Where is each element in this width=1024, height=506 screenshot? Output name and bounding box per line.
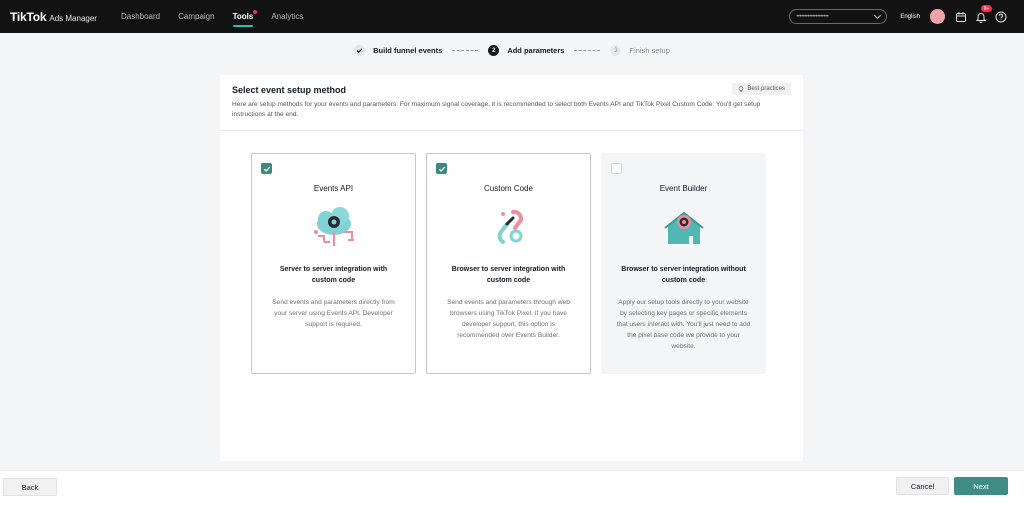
nav-tools-dot-badge: [253, 10, 258, 14]
card-description: Apply our setup tools directly to your w…: [616, 299, 751, 350]
setup-stepper: Build funnel events 2 Add parameters 3 F…: [0, 45, 1024, 56]
custom-code-checkbox[interactable]: [436, 163, 447, 174]
lightbulb-icon: [738, 86, 744, 92]
logo-sub-text: Ads Manager: [49, 13, 97, 23]
house-gear-icon: [663, 211, 704, 244]
card-custom-code[interactable]: Custom Code Browser to server integratio…: [426, 153, 591, 374]
checkmark-icon: [354, 45, 366, 56]
chevron-down-icon: [874, 11, 882, 19]
card-subtitle: Browser to server integration without cu…: [621, 266, 746, 284]
card-subtitle: Browser to server integration with custo…: [451, 266, 566, 284]
cancel-button[interactable]: Cancel: [896, 477, 949, 495]
card-subtitle: Server to server integration with custom…: [279, 266, 388, 284]
link-chain-icon: [497, 209, 523, 244]
nav-tools-label: Tools: [232, 12, 254, 21]
step-finish-setup: 3 Finish setup: [610, 45, 670, 56]
top-nav-bar: TikTok Ads Manager Dashboard Campaign To…: [0, 0, 1024, 33]
setup-method-cards: Events API Server to server integration …: [251, 153, 776, 374]
step-build-funnel-events[interactable]: Build funnel events: [354, 45, 442, 56]
account-name-redacted: ••••••••••••••••••••: [796, 13, 829, 20]
logo-main-text: TikTok: [10, 9, 47, 24]
step-divider: [452, 50, 479, 51]
page-title: Select event setup method: [232, 85, 347, 95]
step-label: Add parameters: [507, 46, 565, 55]
events-api-checkbox[interactable]: [261, 163, 272, 174]
card-event-builder[interactable]: Event Builder Browser to server integrat…: [601, 153, 766, 374]
nav-tools[interactable]: Tools: [232, 0, 258, 33]
nav-analytics[interactable]: Analytics: [271, 0, 303, 33]
language-selector[interactable]: English: [900, 14, 920, 20]
event-setup-panel: Select event setup method Here are setup…: [220, 75, 803, 461]
card-events-api[interactable]: Events API Server to server integration …: [251, 153, 416, 374]
step-number: 3: [610, 45, 622, 56]
panel-header: Select event setup method Here are setup…: [220, 75, 803, 131]
step-label: Build funnel events: [373, 46, 443, 55]
help-icon[interactable]: [994, 10, 1007, 23]
event-builder-checkbox[interactable]: [611, 163, 622, 174]
card-title: Event Builder: [659, 184, 708, 193]
bottom-action-bar: Back Cancel Next: [0, 470, 1024, 506]
panel-description: Here are setup methods for your events a…: [232, 101, 761, 118]
topbar-right-controls: •••••••••••••••••••• English 9+: [789, 0, 1014, 33]
avatar[interactable]: [930, 9, 945, 24]
back-button[interactable]: Back: [3, 478, 57, 496]
next-button[interactable]: Next: [954, 477, 1008, 495]
account-selector[interactable]: ••••••••••••••••••••: [789, 9, 888, 24]
main-nav: Dashboard Campaign Tools Analytics: [121, 0, 321, 33]
card-title: Events API: [313, 184, 354, 193]
card-description: Send events and parameters through web b…: [447, 299, 570, 339]
card-description: Send events and parameters directly from…: [272, 299, 395, 328]
best-practices-button[interactable]: Best practices: [732, 83, 791, 95]
notification-count-badge: 9+: [981, 5, 992, 12]
cloud-gear-icon: [313, 207, 354, 246]
nav-dashboard[interactable]: Dashboard: [121, 0, 160, 33]
step-divider: [574, 50, 601, 51]
step-number: 2: [488, 45, 500, 56]
calendar-icon[interactable]: [954, 10, 967, 23]
step-label: Finish setup: [629, 46, 670, 55]
nav-campaign[interactable]: Campaign: [178, 0, 214, 33]
tiktok-ads-logo[interactable]: TikTok Ads Manager: [10, 10, 97, 24]
bell-icon[interactable]: 9+: [974, 5, 992, 23]
step-add-parameters: 2 Add parameters: [488, 45, 564, 56]
best-practices-label: Best practices: [747, 86, 785, 92]
card-title: Custom Code: [484, 184, 533, 193]
